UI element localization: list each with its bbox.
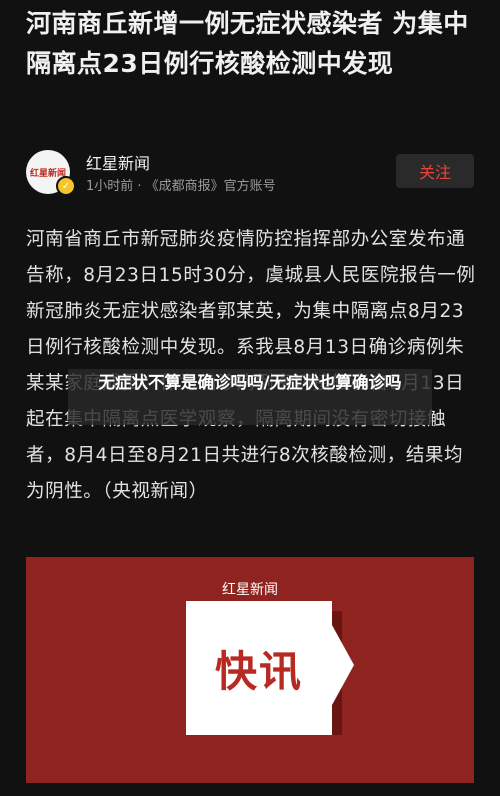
verified-badge-icon: ✓ <box>56 176 76 196</box>
follow-button[interactable]: 关注 <box>396 154 474 188</box>
article-meta: 1小时前 · 《成都商报》官方账号 <box>86 179 276 194</box>
card-arrow-icon <box>332 625 354 705</box>
news-flash-text: 快讯 <box>214 646 303 696</box>
article-headline: 河南商丘新增一例无症状感染者 为集中隔离点23日例行核酸检测中发现 <box>26 9 469 78</box>
overlay-title-banner: 无症状不算是确诊吗吗/无症状也算确诊吗 <box>68 369 432 425</box>
author-row: 红星新闻 ✓ 红星新闻 1小时前 · 《成都商报》官方账号 关注 <box>26 150 476 196</box>
author-name[interactable]: 红星新闻 <box>86 150 150 174</box>
article-body: 河南省商丘市新冠肺炎疫情防控指挥部办公室发布通告称，8月23日15时30分，虞城… <box>26 229 476 502</box>
news-flash-image[interactable]: 红星新闻 快讯 <box>26 557 474 783</box>
image-brand-logo: 红星新闻 <box>222 582 278 598</box>
news-flash-card: 快讯 <box>186 601 332 735</box>
